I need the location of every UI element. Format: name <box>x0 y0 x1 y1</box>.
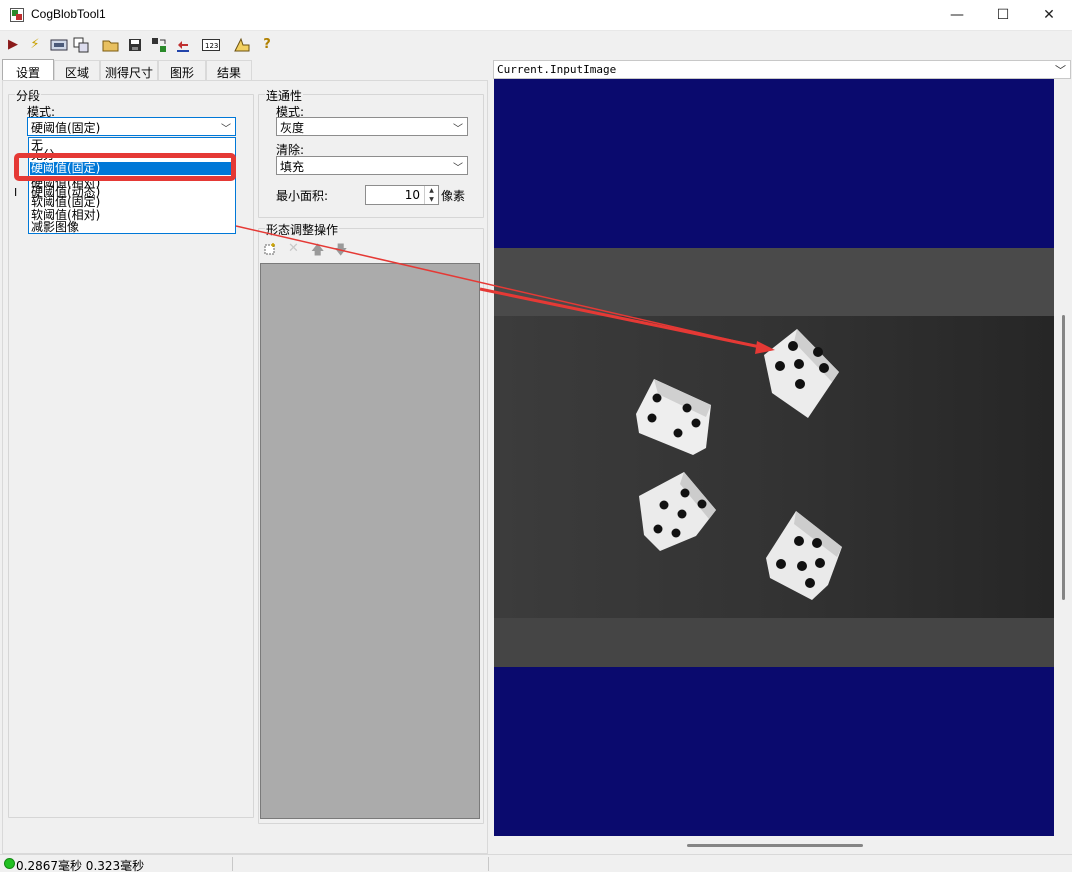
maximize-button[interactable]: ☐ <box>980 0 1026 30</box>
help-icon[interactable]: ? <box>258 36 276 53</box>
reset-icon[interactable] <box>150 36 168 53</box>
chevron-down-icon: ﹀ <box>453 163 463 174</box>
toolbar: ▶ ⚡ 123 ? <box>0 32 1072 57</box>
spinner-down-icon[interactable]: ▼ <box>425 195 438 204</box>
status-ok-icon <box>4 858 15 869</box>
connectivity-clear-select[interactable]: 填充 ﹀ <box>276 156 468 175</box>
chevron-down-icon: ﹀ <box>453 124 463 135</box>
tab-results[interactable]: 结果 <box>206 60 252 81</box>
move-up-icon[interactable]: 🡅 <box>311 241 324 263</box>
minimize-button[interactable]: — <box>934 0 980 30</box>
segmentation-mode-value: 硬阈值(固定) <box>31 121 101 135</box>
open-icon[interactable] <box>102 36 120 53</box>
add-operation-icon[interactable] <box>264 243 276 258</box>
window-title: CogBlobTool1 <box>31 7 106 21</box>
measure-icon[interactable] <box>233 36 251 53</box>
help-view-icon[interactable] <box>72 36 90 53</box>
title-bar: CogBlobTool1 — ☐ ✕ <box>0 0 1072 31</box>
segmentation-title: 分段 <box>15 87 42 104</box>
app-icon <box>10 8 24 22</box>
connectivity-mode-value: 灰度 <box>280 121 305 135</box>
status-timing: 0.2867毫秒 0.323毫秒 <box>16 859 145 872</box>
morphology-title: 形态调整操作 <box>265 221 340 238</box>
tab-settings[interactable]: 设置 <box>2 59 54 81</box>
tab-strip: 区域 测得尺寸 图形 结果 设置 <box>0 59 490 81</box>
min-area-label: 最小面积: <box>276 189 329 203</box>
vertical-scrollbar-thumb[interactable] <box>1062 315 1065 600</box>
run-icon[interactable]: ▶ <box>4 36 22 53</box>
highlight-box <box>14 153 236 181</box>
tab-measurements[interactable]: 测得尺寸 <box>100 60 158 81</box>
chevron-down-icon: ﹀ <box>221 124 231 135</box>
chevron-down-icon: ﹀ <box>1055 64 1066 77</box>
spinner-up-icon[interactable]: ▲ <box>425 186 438 195</box>
spinner-buttons[interactable]: ▲ ▼ <box>424 186 438 204</box>
connectivity-mode-select[interactable]: 灰度 ﹀ <box>276 117 468 136</box>
image-selector[interactable]: Current.InputImage ﹀ <box>493 60 1071 79</box>
image-selector-value: Current.InputImage <box>497 63 617 76</box>
load-icon[interactable] <box>174 36 192 53</box>
tab-region[interactable]: 区域 <box>54 60 100 81</box>
morphology-operations-list[interactable] <box>260 263 480 819</box>
status-divider <box>488 857 489 871</box>
min-area-spinner[interactable]: 10 ▲ ▼ <box>365 185 439 205</box>
status-bar: 0.2867毫秒 0.323毫秒 <box>0 854 1072 872</box>
connectivity-clear-value: 填充 <box>280 160 305 174</box>
min-area-value: 10 <box>404 188 420 202</box>
dice-image <box>494 248 1054 667</box>
segmentation-obscured-label: I <box>14 186 18 199</box>
segmentation-mode-dropdown: 无 无分 硬阈值(固定) 硬阈值(相对) 硬阈值(动态) 软阈值(固定) 软阈值… <box>28 137 236 234</box>
image-display[interactable] <box>494 79 1054 836</box>
vertical-scrollbar[interactable] <box>1054 79 1072 836</box>
horizontal-scrollbar[interactable] <box>494 836 1054 854</box>
tab-graphics[interactable]: 图形 <box>158 60 206 81</box>
close-button[interactable]: ✕ <box>1026 0 1072 30</box>
save-icon[interactable] <box>126 36 144 53</box>
delete-operation-icon[interactable]: ✕ <box>288 241 299 256</box>
segmentation-mode-select[interactable]: 硬阈值(固定) ﹀ <box>27 117 236 136</box>
electric-icon[interactable]: ⚡ <box>26 36 44 53</box>
min-area-unit: 像素 <box>441 189 466 203</box>
connectivity-title: 连通性 <box>265 87 304 104</box>
morphology-toolbar: ✕ 🡅 🡇 <box>261 240 479 262</box>
number-icon[interactable]: 123 <box>202 36 220 53</box>
image-icon[interactable] <box>50 36 68 53</box>
status-divider <box>232 857 233 871</box>
dropdown-option-subtraction-image[interactable]: 减影图像 <box>30 221 234 234</box>
horizontal-scrollbar-thumb[interactable] <box>687 844 863 847</box>
move-down-icon[interactable]: 🡇 <box>334 241 347 263</box>
svg-text:123: 123 <box>205 42 218 50</box>
